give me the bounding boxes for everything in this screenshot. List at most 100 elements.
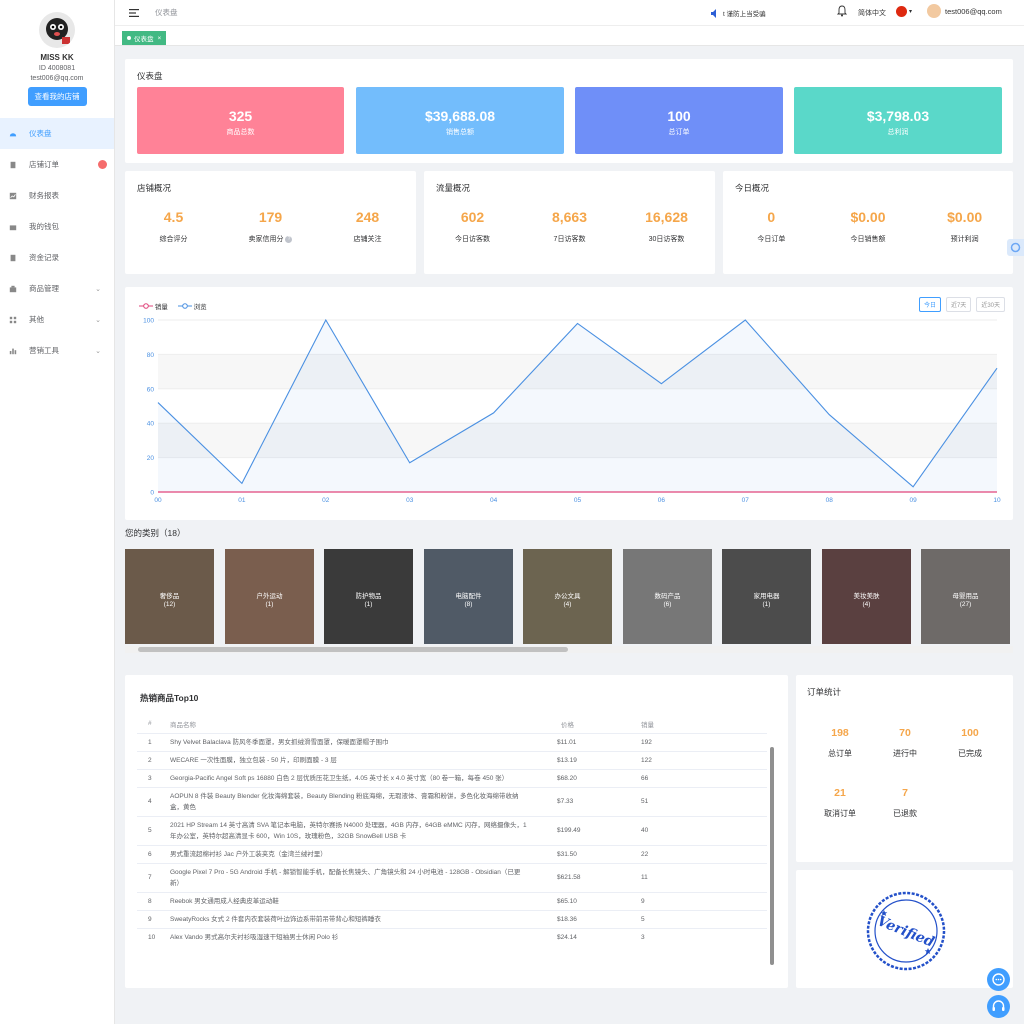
- chevron-down-icon: ⌄: [95, 347, 101, 355]
- language-selector[interactable]: 简体中文: [858, 8, 886, 18]
- settings-float-button[interactable]: [1007, 239, 1024, 256]
- category-card[interactable]: 防护物品 (1): [324, 549, 413, 644]
- stat-card-orders[interactable]: 100 总订单: [575, 87, 783, 154]
- china-flag-icon[interactable]: [896, 6, 907, 17]
- category-card[interactable]: 奢侈品 (12): [125, 549, 214, 644]
- stat-value: 100: [961, 727, 979, 739]
- view-store-button[interactable]: 查看我的店铺: [27, 87, 87, 106]
- stat-value: 4.5: [163, 209, 184, 225]
- category-count: (1): [762, 601, 771, 608]
- column-header: #: [148, 720, 152, 728]
- sidebar-item-products[interactable]: 商品管理 ⌄: [0, 273, 114, 304]
- panel-title: 热销商品Top10: [140, 693, 199, 703]
- sidebar-item-marketing[interactable]: 营销工具 ⌄: [0, 335, 114, 366]
- category-card[interactable]: 美妆美肤 (4): [822, 549, 911, 644]
- chevron-down-icon[interactable]: ▾: [909, 8, 912, 15]
- table-row[interactable]: 2 WECARE 一次性面膜，独立包装 - 50 片，印刷面膜 - 3 层 $13.…: [137, 750, 767, 769]
- top10-table-wrap: # 商品名称 价格 销量 1 Shy Velvet Balaclava 防风冬季面…: [137, 715, 767, 981]
- profile-email: test006@qq.com: [30, 75, 84, 82]
- dashboard-panel: 仪表盘 325 商品总数 $39,688.08 销售总额 100 总订单 $3,…: [125, 59, 1013, 163]
- notice-text: t 谨防上当受骗: [723, 11, 766, 18]
- category-count: (4): [563, 601, 572, 608]
- stat-value: $39,688.08: [424, 108, 496, 124]
- stat-card-sales[interactable]: $39,688.08 销售总额: [356, 87, 564, 154]
- tab-dashboard[interactable]: 仪表盘 ×: [122, 31, 167, 45]
- table-row[interactable]: 10 Alex Vando 男式高尔夫衬衫吸湿速干短袖男士休闲 Polo 衫 $24…: [137, 927, 767, 946]
- traffic-overview: 流量概况 602 今日访客数 8,663 7日访客数 16,628 30日访客数: [424, 171, 715, 274]
- sidebar-item-funds[interactable]: 资金记录: [0, 242, 114, 273]
- stat-value: 21: [834, 787, 846, 799]
- sidebar-item-dashboard[interactable]: 仪表盘: [0, 118, 114, 149]
- sidebar-item-finance[interactable]: 财务报表: [0, 180, 114, 211]
- sidebar-item-wallet[interactable]: 我的钱包: [0, 211, 114, 242]
- table-row[interactable]: 6 男式重流超棉衬衫 Jac 户外工装夹克（金湾兰绒衬里） $31.50 22: [137, 844, 767, 863]
- bar-chart-icon: [9, 348, 17, 354]
- sidebar-item-other[interactable]: 其他 ⌄: [0, 304, 114, 335]
- document-icon: [10, 254, 16, 261]
- close-icon[interactable]: ×: [158, 35, 162, 42]
- table-row[interactable]: 9 SweatyRocks 女式 2 件套内衣套装荷叶边饰边系带前吊带背心和短裤睡…: [137, 909, 767, 928]
- stat-value: 7: [902, 787, 908, 799]
- category-card[interactable]: 办公文具 (4): [523, 549, 612, 644]
- user-menu[interactable]: test006@qq.com: [927, 4, 1002, 18]
- store-stat: 4.5 综合评分: [134, 209, 214, 244]
- x-tick-label: 03: [406, 497, 414, 504]
- category-card[interactable]: 户外运动 (1): [225, 549, 314, 644]
- sidebar-item-label: 营销工具: [29, 346, 59, 355]
- scrollbar-thumb[interactable]: [138, 647, 568, 652]
- categories-title: 您的类别（18）: [125, 528, 186, 538]
- category-card[interactable]: 电脑配件 (8): [424, 549, 513, 644]
- stat-label: 总利润: [887, 129, 909, 136]
- stat-card-products[interactable]: 325 商品总数: [137, 87, 344, 154]
- table-scrollbar[interactable]: [769, 737, 775, 977]
- table-row[interactable]: 5 2021 HP Stream 14 英寸高清 SVA 笔记本电脑，英特尔赛扬 …: [137, 815, 767, 845]
- stat-label: 30日访客数: [648, 236, 685, 243]
- stat-label: 卖家信用分: [248, 236, 284, 243]
- breadcrumb[interactable]: 仪表盘: [155, 7, 178, 18]
- table-row[interactable]: 4 AOPUN 8 件装 Beauty Blender 化妆海绵套装，Beauty…: [137, 786, 767, 816]
- category-scrollbar[interactable]: [125, 646, 1013, 653]
- table-header: # 商品名称 价格 销量: [137, 715, 767, 733]
- stat-label: 总订单: [668, 129, 690, 136]
- bell-icon[interactable]: [837, 5, 847, 17]
- table-row[interactable]: 3 Georgia-Pacific Angel Soft ps 16880 白色 …: [137, 768, 767, 787]
- sidebar-item-label: 资金记录: [29, 253, 59, 262]
- category-card[interactable]: 母婴用品 (27): [921, 549, 1010, 644]
- product-sales: 122: [625, 750, 767, 769]
- sidebar-item-label: 财务报表: [29, 191, 59, 200]
- topbar: 仪表盘 t 谨防上当受骗 简体中文 ▾ test006@qq.com: [115, 0, 1024, 25]
- support-button[interactable]: [987, 995, 1010, 1018]
- category-name: 办公文具: [554, 593, 581, 600]
- stat-card-profit[interactable]: $3,798.03 总利润: [794, 87, 1002, 154]
- table-row[interactable]: 7 Google Pixel 7 Pro - 5G Android 手机 - 解锁…: [137, 862, 767, 892]
- product-sales: 66: [625, 768, 767, 787]
- today-overview: 今日概况 0 今日订单 $0.00 今日销售额 $0.00 预计利润: [723, 171, 1013, 274]
- scrollbar-thumb[interactable]: [770, 747, 774, 965]
- table-row[interactable]: 8 Reebok 男女通用成人经典皮革运动鞋 $65.10 9: [137, 891, 767, 910]
- panel-title: 今日概况: [735, 183, 770, 193]
- chat-button[interactable]: [987, 968, 1010, 991]
- order-stat-refund: 7 已退款: [873, 787, 937, 819]
- menu-toggle-icon[interactable]: [129, 8, 139, 17]
- product-sales: 3: [625, 927, 767, 946]
- store-stat: 179 卖家信用分 ?: [231, 209, 311, 244]
- stamp-text: Verified: [875, 913, 937, 950]
- sidebar-item-label: 其他: [29, 315, 44, 324]
- notice-banner[interactable]: t 谨防上当受骗: [710, 8, 766, 18]
- x-tick-label: 04: [490, 497, 498, 504]
- avatar[interactable]: [39, 12, 75, 48]
- category-card[interactable]: 数码产品 (6): [623, 549, 712, 644]
- x-tick-label: 00: [154, 497, 162, 504]
- traffic-stat: 8,663 7日访客数: [530, 209, 610, 244]
- row-rank: 3: [137, 768, 165, 787]
- traffic-stat: 602 今日访客数: [433, 209, 513, 244]
- help-icon[interactable]: ?: [285, 235, 293, 243]
- product-price: $11.01: [535, 732, 625, 751]
- category-card[interactable]: 家用电器 (1): [722, 549, 811, 644]
- product-price: $65.10: [535, 891, 625, 910]
- table-row[interactable]: 1 Shy Velvet Balaclava 防风冬季面罩，男女抓绒滑雪面罩，保暖…: [137, 732, 767, 751]
- sidebar-item-orders[interactable]: 店铺订单: [0, 149, 114, 180]
- order-stat-done: 100 已完成: [938, 727, 1002, 759]
- user-email: test006@qq.com: [945, 6, 1002, 16]
- chat-icon: [992, 973, 1005, 986]
